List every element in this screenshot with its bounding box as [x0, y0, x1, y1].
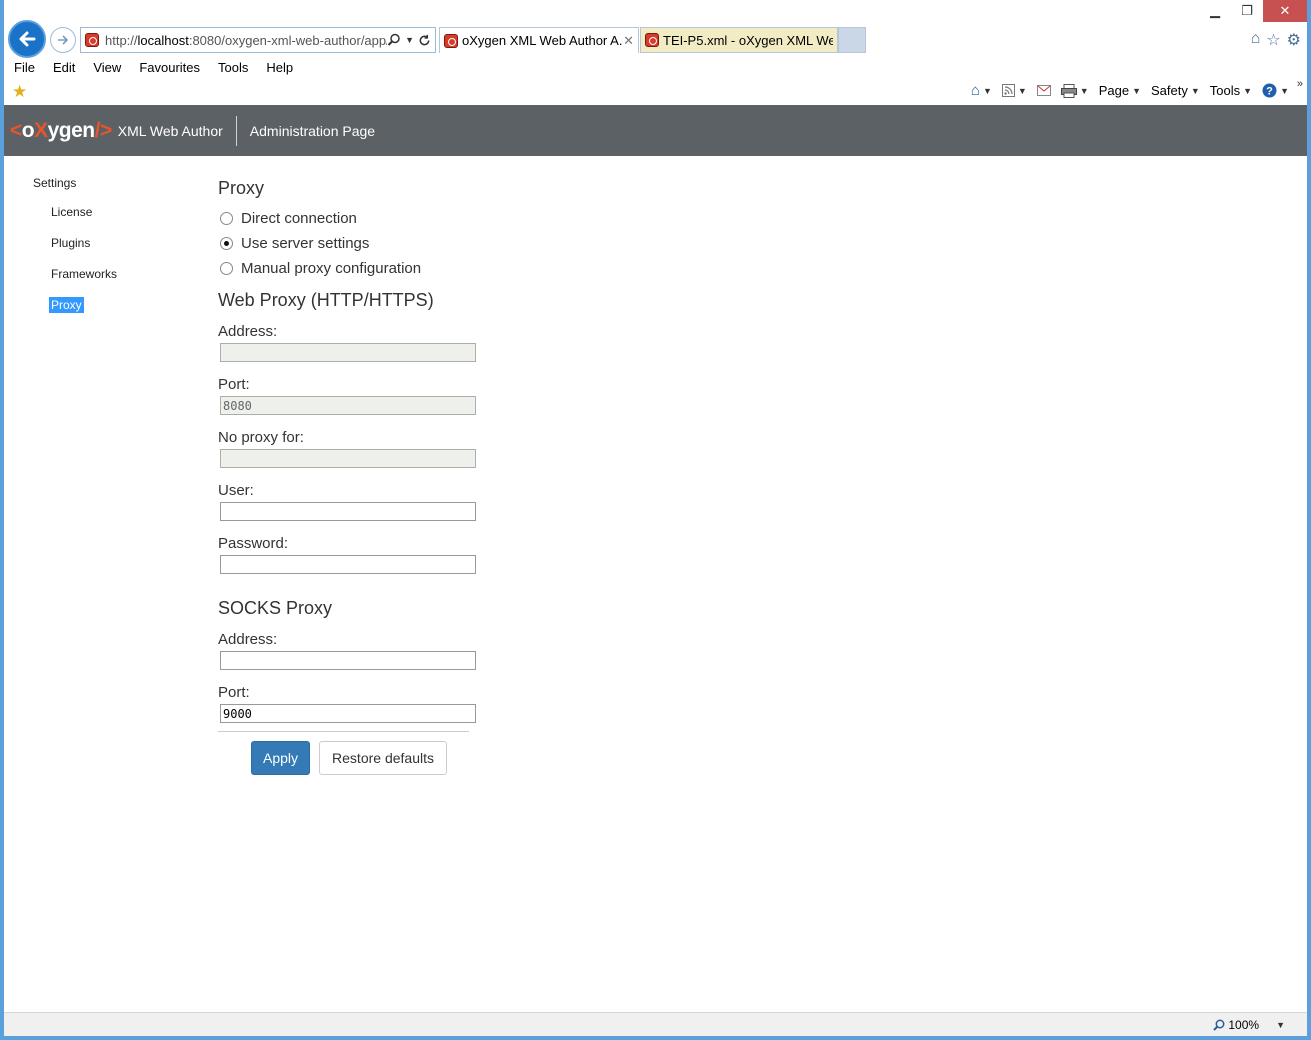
zoom-control[interactable]: 100% ▼ — [1213, 1018, 1285, 1032]
password-label: Password: — [218, 535, 289, 552]
home-icon: ⌂ — [970, 82, 980, 99]
page-title: Administration Page — [249, 122, 376, 139]
socks-proxy-section-title: SOCKS Proxy — [218, 598, 333, 618]
radio-button[interactable] — [220, 262, 233, 275]
sidebar-item-proxy[interactable]: Proxy — [49, 297, 84, 313]
minimize-button[interactable]: ▁ — [1199, 0, 1231, 22]
app-header: <oXygen/> XML Web Author Administration … — [4, 105, 1307, 156]
web-proxy-section-title: Web Proxy (HTTP/HTTPS) — [218, 290, 434, 310]
svg-text:?: ? — [1266, 86, 1273, 98]
zoom-dropdown-icon[interactable]: ▼ — [1276, 1020, 1285, 1030]
safety-menu[interactable]: Safety ▼ — [1151, 83, 1200, 98]
radio-button[interactable] — [220, 237, 233, 250]
menu-tools[interactable]: Tools — [209, 60, 257, 75]
browser-window: http://localhost:8080/oxygen-xml-web-aut… — [0, 0, 1311, 1040]
refresh-icon[interactable] — [418, 34, 431, 47]
site-favicon-icon — [85, 33, 99, 47]
no-proxy-for-input[interactable] — [220, 449, 476, 468]
address-dropdown-icon[interactable]: ▼ — [405, 35, 414, 45]
back-button[interactable] — [8, 20, 46, 58]
browser-titlebar: http://localhost:8080/oxygen-xml-web-aut… — [4, 0, 1307, 58]
form-divider — [218, 731, 469, 732]
tools-menu[interactable]: Tools ▼ — [1210, 83, 1252, 98]
proxy-settings-form: Proxy Direct connection Use server setti… — [218, 178, 618, 775]
header-divider — [235, 115, 237, 146]
rss-icon — [1001, 84, 1015, 97]
password-input[interactable] — [220, 555, 476, 574]
new-tab-button[interactable] — [838, 27, 866, 53]
tab-tei-p5[interactable]: TEI-P5.xml - oXygen XML Web... — [640, 27, 838, 53]
command-bar: ★ ⌂ ▼ ▼ ▼ Page ▼ Safety ▼ Tools ▼ ? ▼ » — [4, 78, 1307, 105]
web-proxy-port-input[interactable] — [220, 396, 476, 415]
home-icon[interactable]: ⌂ — [1251, 30, 1261, 50]
forward-button[interactable] — [50, 27, 76, 53]
chevron-more-icon[interactable]: » — [1297, 78, 1303, 90]
read-mail-command[interactable] — [1036, 85, 1051, 96]
status-bar: 100% ▼ — [4, 1012, 1307, 1036]
window-controls: ▁ ❐ ✕ — [1199, 0, 1307, 22]
menu-view[interactable]: View — [84, 60, 130, 75]
product-name: XML Web Author — [117, 122, 223, 139]
socks-address-label: Address: — [218, 631, 278, 648]
menu-help[interactable]: Help — [257, 60, 302, 75]
arrow-left-icon — [19, 31, 36, 47]
help-menu[interactable]: ? ▼ — [1262, 83, 1289, 98]
restore-defaults-button[interactable]: Restore defaults — [319, 741, 447, 775]
close-window-button[interactable]: ✕ — [1263, 0, 1307, 22]
radio-button[interactable] — [220, 212, 233, 225]
sidebar-item-settings[interactable]: Settings — [33, 176, 119, 190]
settings-sidebar: Settings License Plugins Frameworks Prox… — [33, 176, 119, 328]
browser-right-icons: ⌂ ☆ ⚙ — [1251, 30, 1301, 50]
feeds-command[interactable]: ▼ — [1001, 84, 1027, 97]
home-command[interactable]: ⌂ ▼ — [971, 82, 992, 99]
zoom-icon — [1213, 1019, 1225, 1031]
sidebar-item-license[interactable]: License — [49, 204, 94, 220]
print-command[interactable]: ▼ — [1060, 83, 1089, 98]
menu-favourites[interactable]: Favourites — [130, 60, 209, 75]
menu-edit[interactable]: Edit — [44, 60, 84, 75]
zoom-level: 100% — [1228, 1018, 1260, 1032]
sidebar-item-frameworks[interactable]: Frameworks — [49, 266, 119, 282]
user-label: User: — [218, 482, 254, 499]
add-favorites-icon[interactable]: ★ — [12, 82, 27, 102]
socks-port-label: Port: — [218, 684, 250, 701]
page-menu[interactable]: Page ▼ — [1099, 83, 1141, 98]
apply-button[interactable]: Apply — [251, 741, 311, 775]
sidebar-item-plugins[interactable]: Plugins — [49, 235, 92, 251]
restore-button[interactable]: ❐ — [1231, 0, 1263, 22]
menu-bar: File Edit View Favourites Tools Help — [4, 56, 1307, 78]
socks-address-input[interactable] — [220, 651, 476, 670]
search-icon[interactable] — [387, 33, 401, 47]
tab-favicon-icon — [444, 33, 458, 48]
user-input[interactable] — [220, 502, 476, 521]
printer-icon — [1060, 83, 1077, 98]
favorites-star-icon[interactable]: ☆ — [1266, 30, 1280, 50]
web-proxy-address-label: Address: — [218, 323, 278, 340]
radio-manual-proxy[interactable]: Manual proxy configuration — [220, 259, 618, 278]
tab-web-author[interactable]: oXygen XML Web Author A... ✕ — [439, 27, 639, 53]
form-actions: Apply Restore defaults — [251, 741, 618, 775]
address-url[interactable]: http://localhost:8080/oxygen-xml-web-aut… — [105, 33, 387, 48]
tab-close-icon[interactable]: ✕ — [623, 33, 634, 49]
no-proxy-for-label: No proxy for: — [218, 429, 304, 446]
socks-port-input[interactable] — [220, 704, 476, 723]
radio-direct-connection[interactable]: Direct connection — [220, 209, 618, 228]
radio-use-server-settings[interactable]: Use server settings — [220, 234, 618, 253]
gear-icon[interactable]: ⚙ — [1287, 30, 1301, 50]
tab-favicon-icon — [645, 33, 659, 47]
help-icon: ? — [1262, 83, 1277, 98]
web-proxy-port-label: Port: — [218, 376, 250, 393]
address-bar[interactable]: http://localhost:8080/oxygen-xml-web-aut… — [80, 27, 436, 53]
mail-icon — [1036, 85, 1051, 96]
web-proxy-address-input[interactable] — [220, 343, 476, 362]
menu-file[interactable]: File — [4, 60, 44, 75]
oxygen-logo[interactable]: <oXygen/> — [10, 119, 112, 143]
arrow-right-icon — [58, 35, 69, 45]
proxy-section-title: Proxy — [218, 178, 265, 198]
